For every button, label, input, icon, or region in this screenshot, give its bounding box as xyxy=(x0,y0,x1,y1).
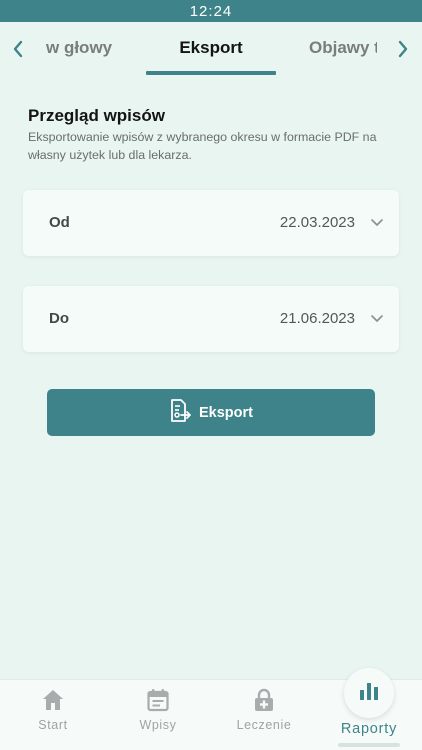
calendar-icon xyxy=(105,688,211,712)
active-nav-circle xyxy=(344,668,394,718)
active-tab-indicator xyxy=(146,71,276,75)
nav-item-raporty[interactable]: Raporty xyxy=(316,668,422,750)
export-button-label: Eksport xyxy=(199,404,253,421)
date-from-label: Od xyxy=(49,214,70,231)
date-to-value: 21.06.2023 xyxy=(279,310,355,327)
tabs-bar: w głowy Eksport Objawy t xyxy=(0,22,422,78)
previous-tab-arrow-icon[interactable] xyxy=(7,36,29,62)
nav-item-label: Start xyxy=(38,718,68,732)
next-tab-arrow-icon[interactable] xyxy=(392,36,414,62)
nav-item-start[interactable]: Start xyxy=(0,680,106,750)
tab-current[interactable]: Eksport xyxy=(179,38,242,57)
section-description: Eksportowanie wpisów z wybranego okresu … xyxy=(28,130,377,162)
nav-item-label: Raporty xyxy=(340,721,398,737)
date-from-picker[interactable]: Od 22.03.2023 xyxy=(23,190,399,256)
date-to-label: Do xyxy=(49,310,69,327)
nav-item-wpisy[interactable]: Wpisy xyxy=(105,680,211,750)
nav-item-label: Wpisy xyxy=(139,718,177,732)
date-from-value: 22.03.2023 xyxy=(279,214,355,231)
bottom-navigation: Start Wpisy Leczenie Raporty xyxy=(0,668,422,750)
active-nav-indicator xyxy=(338,743,400,747)
tab-previous[interactable]: w głowy xyxy=(46,38,112,58)
status-time: 12:24 xyxy=(189,2,233,20)
nav-item-leczenie[interactable]: Leczenie xyxy=(211,680,317,750)
chevron-down-icon xyxy=(370,215,384,229)
tab-next[interactable]: Objawy t xyxy=(309,38,377,58)
bar-chart-icon xyxy=(358,681,380,706)
section-title: Przegląd wpisów xyxy=(28,106,165,125)
status-bar: 12:24 xyxy=(0,0,422,22)
date-to-picker[interactable]: Do 21.06.2023 xyxy=(23,286,399,352)
chevron-down-icon xyxy=(370,311,384,325)
home-icon xyxy=(0,688,106,712)
export-button[interactable]: Eksport xyxy=(47,389,375,436)
medical-lock-icon xyxy=(211,688,317,712)
nav-item-label: Leczenie xyxy=(236,718,292,732)
export-document-icon xyxy=(169,398,191,427)
